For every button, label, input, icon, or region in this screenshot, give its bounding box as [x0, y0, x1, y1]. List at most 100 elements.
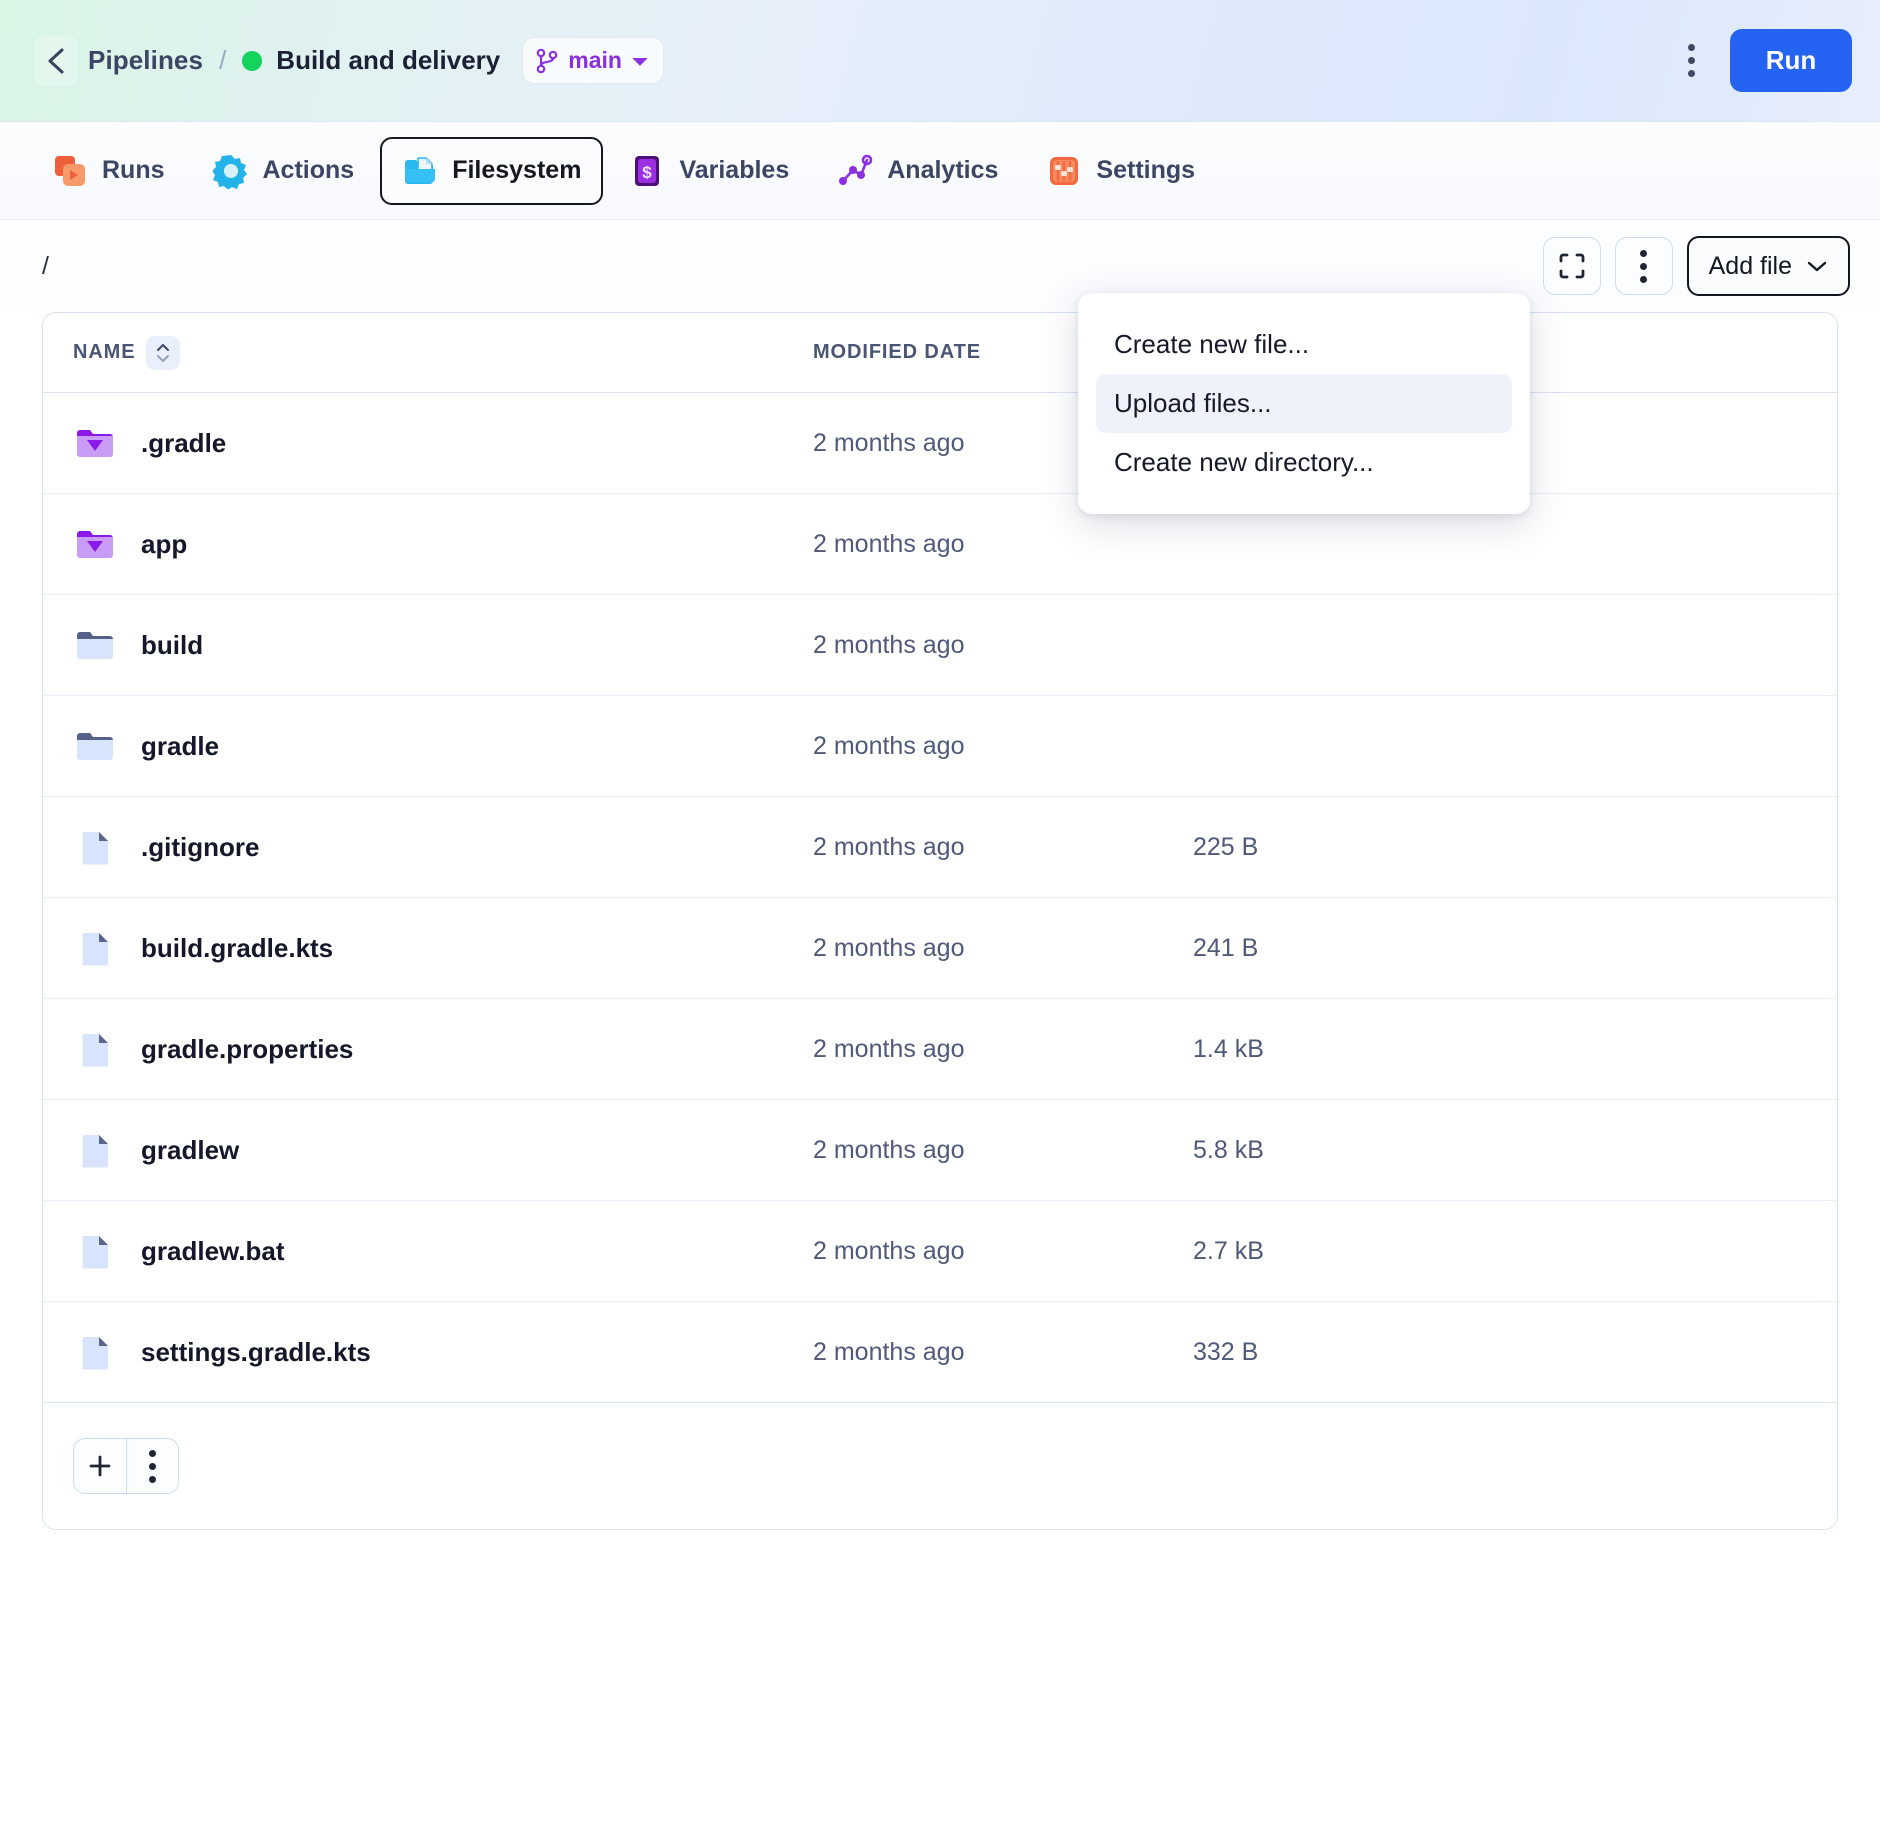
file-name[interactable]: gradlew: [141, 1135, 239, 1166]
table-row[interactable]: settings.gradle.kts 2 months ago 332 B: [43, 1302, 1837, 1403]
tab-filesystem[interactable]: Filesystem: [380, 136, 604, 205]
cell-size: 332 B: [1193, 1337, 1259, 1366]
cell-modified-date: 2 months ago: [813, 1135, 965, 1164]
actions-icon: [212, 154, 247, 189]
cell-modified-date: 2 months ago: [813, 731, 965, 760]
table-row[interactable]: build.gradle.kts 2 months ago 241 B: [43, 898, 1837, 999]
cell-modified-date: 2 months ago: [813, 933, 965, 962]
tab-label: Analytics: [887, 156, 999, 184]
kebab-dot: [1640, 262, 1648, 270]
toolbar-kebab-button[interactable]: [1614, 237, 1673, 295]
file-name[interactable]: app: [141, 529, 187, 560]
menu-item-create-new-file[interactable]: Create new file...: [1096, 315, 1512, 374]
kebab-dot: [1687, 44, 1695, 51]
back-button[interactable]: [34, 35, 78, 86]
breadcrumb-pipelines[interactable]: Pipelines: [88, 45, 203, 76]
top-bar-kebab-button[interactable]: [1670, 37, 1712, 85]
table-row[interactable]: gradlew.bat 2 months ago 2.7 kB: [43, 1201, 1837, 1302]
file-name[interactable]: .gradle: [141, 428, 226, 459]
tab-runs[interactable]: Runs: [30, 137, 187, 205]
git-branch-icon: [536, 48, 558, 73]
table-body: .gradle 2 months ago app 2 months ago build 2…: [43, 393, 1837, 1403]
menu-item-upload-files[interactable]: Upload files...: [1096, 374, 1512, 433]
file-name[interactable]: gradle: [141, 731, 219, 762]
file-name[interactable]: build: [141, 630, 203, 661]
file-name[interactable]: .gitignore: [141, 832, 259, 863]
run-button[interactable]: Run: [1730, 29, 1852, 92]
cell-size: 225 B: [1193, 832, 1259, 861]
column-header-name-label: NAME: [73, 341, 136, 363]
cell-name: gradle: [73, 724, 813, 768]
kebab-dot: [1687, 57, 1695, 64]
footer-add-button[interactable]: [74, 1439, 126, 1493]
tab-settings[interactable]: Settings: [1024, 137, 1217, 205]
file-icon: [82, 832, 108, 865]
cell-name: app: [73, 522, 813, 566]
file-table: NAME MODIFIED DATE .gradle 2 months ago ap…: [42, 312, 1838, 1530]
cell-size: 2.7 kB: [1193, 1236, 1264, 1265]
cell-name: .gradle: [73, 421, 813, 465]
cell-name: build: [73, 623, 813, 667]
file-name[interactable]: build.gradle.kts: [141, 933, 333, 964]
kebab-menu-icon: [1640, 249, 1648, 283]
filesystem-icon: [405, 156, 436, 184]
tab-label: Variables: [679, 156, 790, 184]
table-row[interactable]: .gitignore 2 months ago 225 B: [43, 797, 1837, 898]
tab-actions[interactable]: Actions: [191, 137, 377, 205]
menu-item-create-new-directory[interactable]: Create new directory...: [1096, 433, 1512, 492]
column-header-name[interactable]: NAME: [73, 335, 813, 370]
file-icon: [82, 1337, 108, 1370]
svg-text:$: $: [643, 163, 653, 182]
table-row[interactable]: gradle 2 months ago: [43, 696, 1837, 797]
file-name[interactable]: gradlew.bat: [141, 1236, 285, 1267]
top-bar-actions: Run: [1670, 29, 1852, 92]
cell-modified-date: 2 months ago: [813, 630, 965, 659]
tab-label: Filesystem: [452, 156, 582, 184]
branch-name: main: [568, 47, 622, 73]
tab-label: Settings: [1096, 156, 1196, 184]
add-file-button[interactable]: Add file: [1686, 236, 1850, 296]
footer-kebab-button[interactable]: [126, 1439, 178, 1493]
breadcrumb-separator: /: [219, 45, 227, 75]
kebab-dot: [1687, 70, 1695, 77]
chevron-down-icon: [1807, 261, 1827, 272]
tab-analytics[interactable]: Analytics: [815, 137, 1020, 205]
cell-size: 1.4 kB: [1193, 1034, 1264, 1063]
folder-icon: [77, 632, 113, 659]
table-row[interactable]: build 2 months ago: [43, 595, 1837, 696]
table-row[interactable]: gradlew 2 months ago 5.8 kB: [43, 1100, 1837, 1201]
sort-updown-icon[interactable]: [145, 335, 180, 370]
filesystem-toolbar: / Add file: [0, 220, 1880, 312]
cell-modified-date: 2 months ago: [813, 1236, 965, 1265]
file-name[interactable]: gradle.properties: [141, 1034, 353, 1065]
plus-icon: [89, 1455, 111, 1477]
tab-label: Actions: [262, 156, 355, 184]
cell-name: gradlew.bat: [73, 1229, 813, 1273]
kebab-dot: [149, 1475, 156, 1483]
breadcrumb-current: Build and delivery: [276, 45, 501, 75]
table-row[interactable]: .gradle 2 months ago: [43, 393, 1837, 494]
fullscreen-icon: [1559, 253, 1585, 279]
breadcrumb: Pipelines / Build and delivery main: [88, 37, 664, 84]
kebab-menu-icon: [149, 1449, 156, 1483]
table-header-row: NAME MODIFIED DATE: [43, 313, 1837, 393]
cell-modified-date: 2 months ago: [813, 832, 965, 861]
kebab-dot: [1640, 249, 1648, 257]
table-row[interactable]: app 2 months ago: [43, 494, 1837, 595]
add-file-label: Add file: [1708, 251, 1792, 280]
cell-size: 241 B: [1193, 933, 1259, 962]
tab-variables[interactable]: $ Variables: [607, 137, 811, 205]
fullscreen-button[interactable]: [1542, 237, 1601, 295]
toolbar-actions: Add file: [1542, 236, 1850, 296]
kebab-dot: [1640, 275, 1648, 283]
kebab-dot: [149, 1462, 156, 1470]
settings-icon: [1050, 156, 1079, 185]
cell-modified-date: 2 months ago: [813, 529, 965, 558]
folder-gem-icon: [77, 531, 113, 558]
branch-selector[interactable]: main: [522, 37, 664, 84]
chevron-left-icon: [48, 48, 64, 73]
file-name[interactable]: settings.gradle.kts: [141, 1337, 371, 1368]
cell-name: build.gradle.kts: [73, 926, 813, 970]
cell-size: 5.8 kB: [1193, 1135, 1264, 1164]
table-row[interactable]: gradle.properties 2 months ago 1.4 kB: [43, 999, 1837, 1100]
